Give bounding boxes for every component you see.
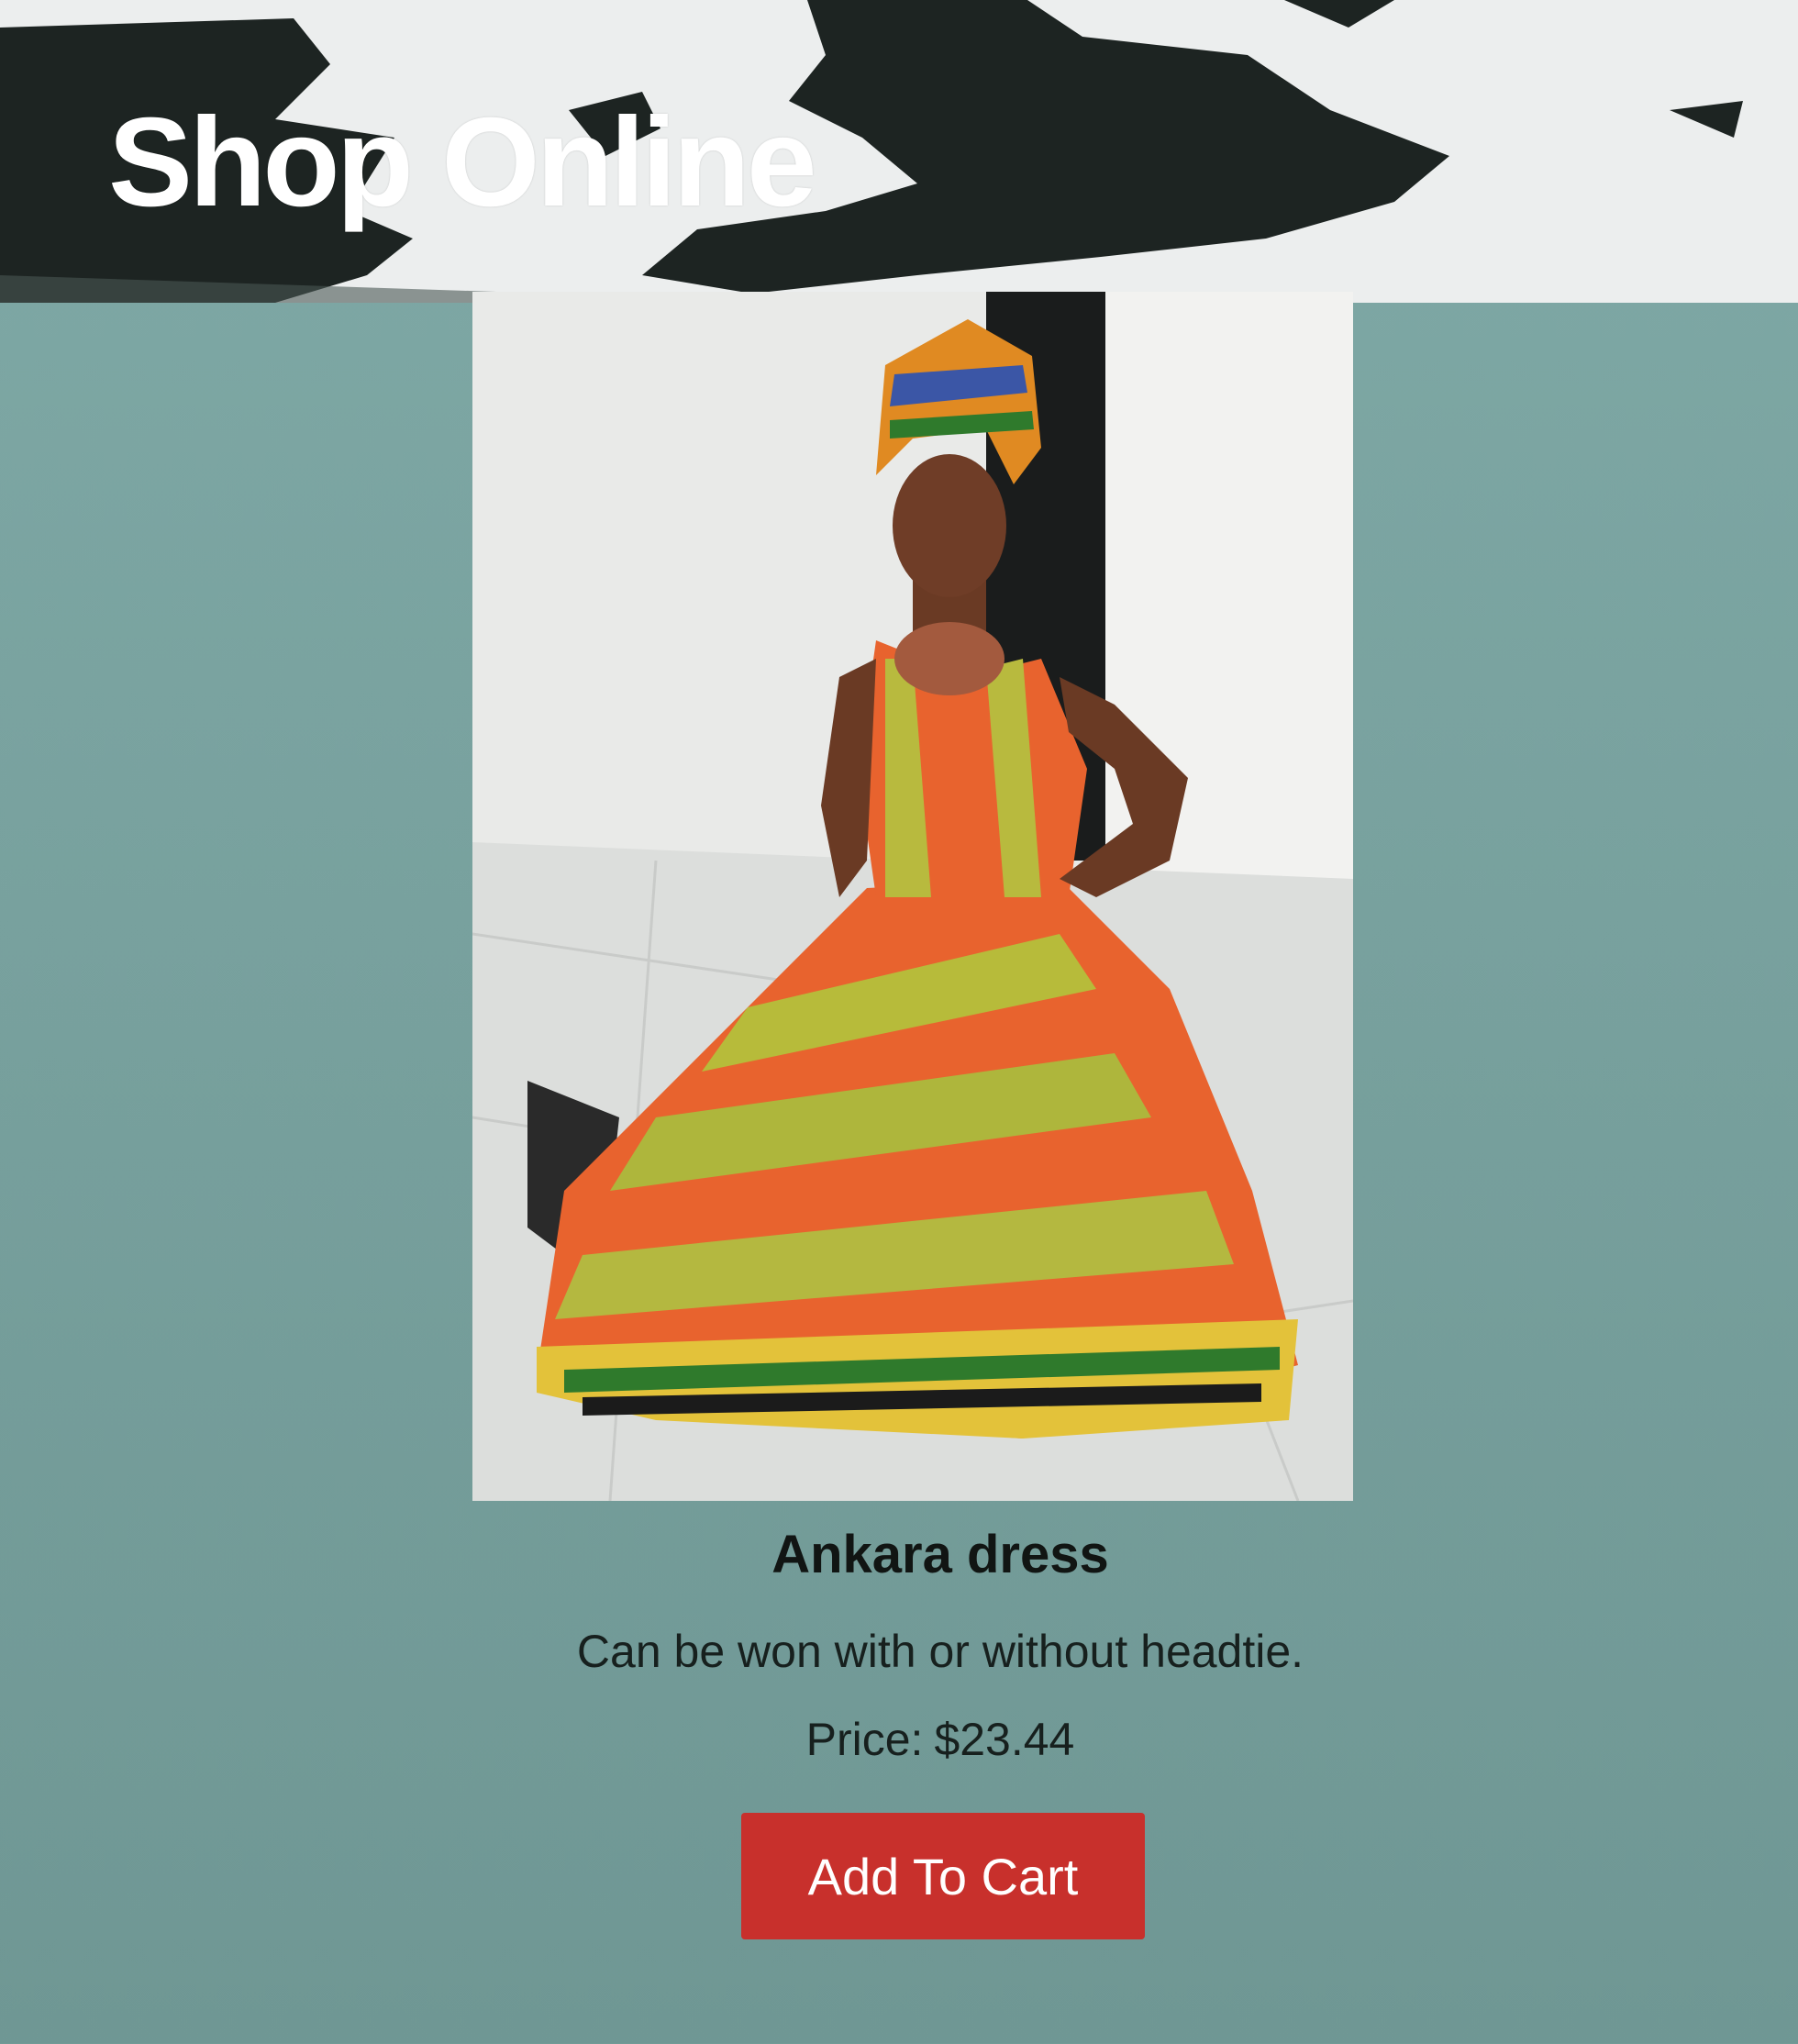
product-info: Ankara dress Can be won with or without … (0, 1523, 1798, 1767)
price-value: $23.44 (934, 1713, 1075, 1765)
price-label: Price: (805, 1713, 924, 1765)
product-name: Ankara dress (771, 1525, 1109, 1584)
header-banner: Shop Online (0, 0, 1798, 303)
product-price: Price: $23.44 (0, 1712, 1798, 1767)
page-title: Shop Online (108, 92, 817, 233)
product-image[interactable] (472, 292, 1353, 1501)
product-description: Can be won with or without headtie. (576, 1625, 1304, 1677)
add-to-cart-button[interactable]: Add To Cart (741, 1813, 1145, 1939)
product-photo (472, 292, 1353, 1501)
